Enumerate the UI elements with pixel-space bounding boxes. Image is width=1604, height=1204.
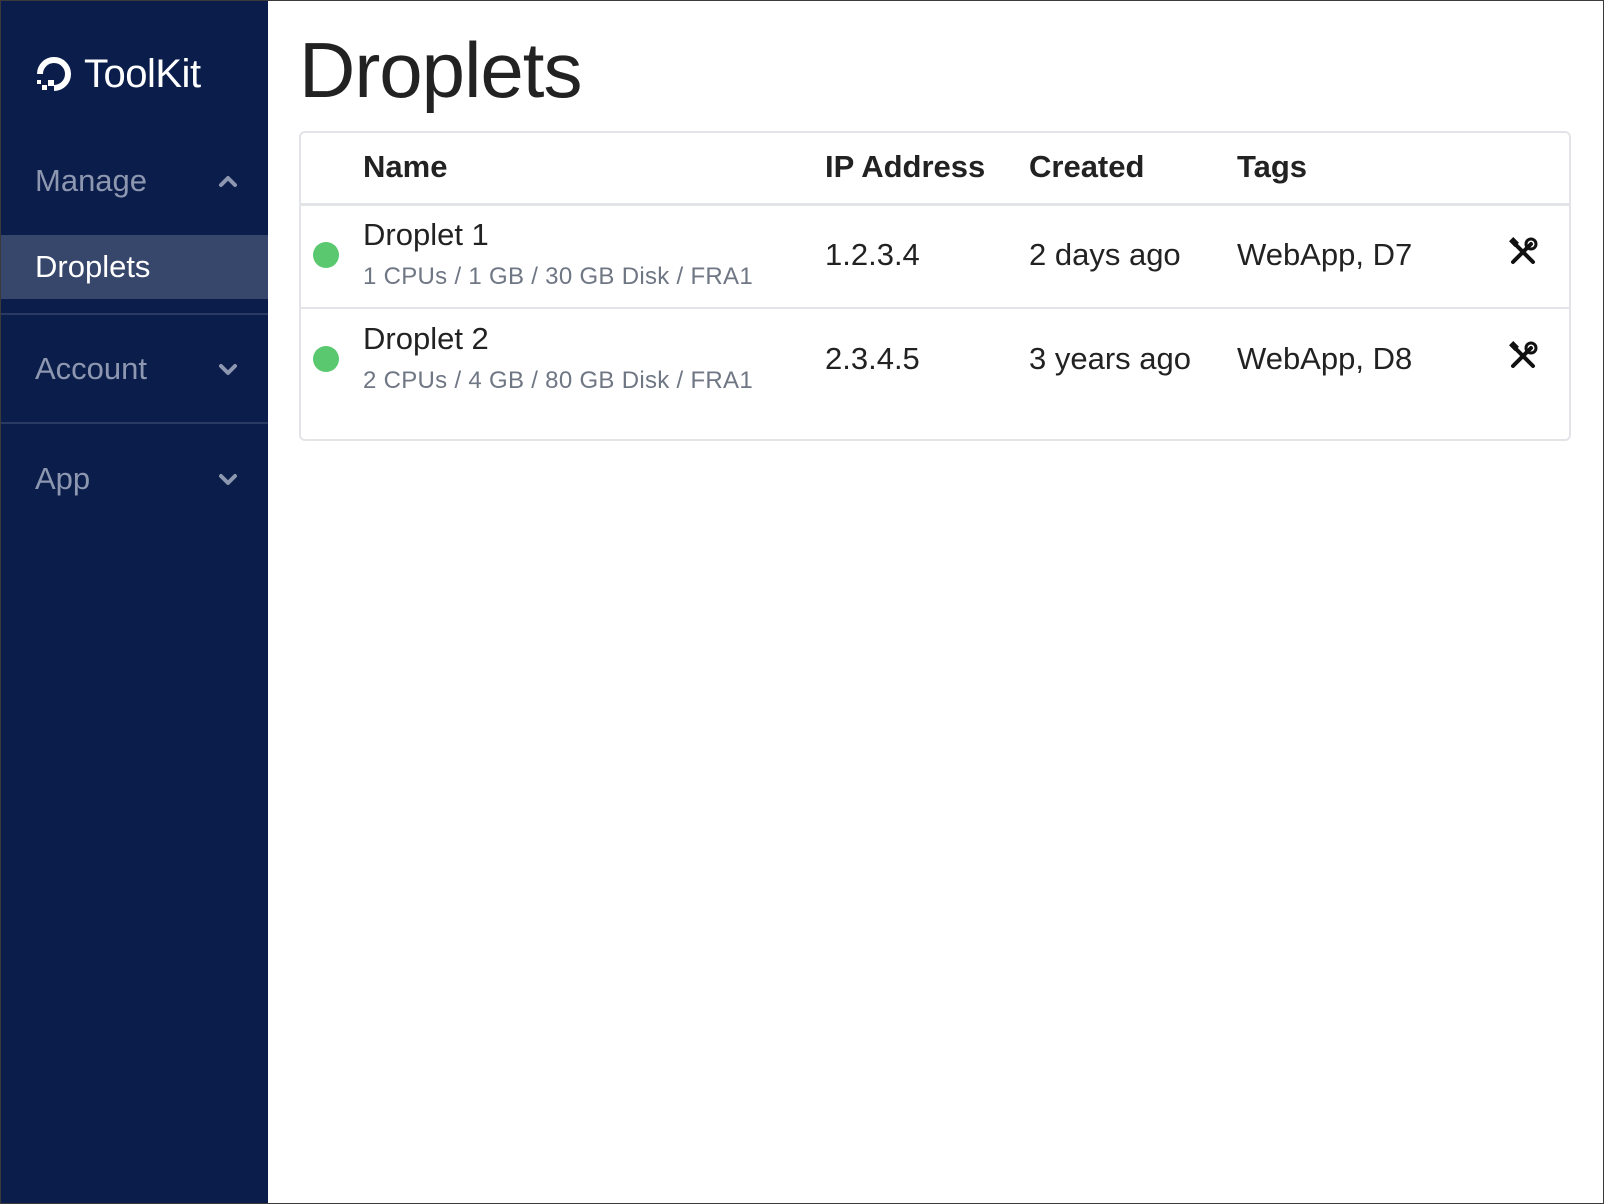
sidebar-item-droplets[interactable]: Droplets: [1, 235, 268, 299]
sidebar-divider: [1, 422, 268, 424]
nav-section-label: Account: [35, 351, 148, 386]
chevron-down-icon: [219, 474, 237, 485]
table-header: Name IP Address Created Tags: [301, 133, 1569, 206]
status-indicator: [313, 346, 339, 372]
tools-icon[interactable]: [1506, 235, 1540, 269]
sidebar: ToolKit Manage Droplets Account App: [1, 1, 268, 1203]
sidebar-divider: [1, 313, 268, 315]
chevron-down-icon: [219, 364, 237, 375]
nav-section-label: Manage: [35, 163, 148, 198]
droplet-created: 2 days ago: [1029, 237, 1181, 272]
droplet-created: 3 years ago: [1029, 341, 1191, 376]
nav-section-app[interactable]: App: [1, 451, 268, 507]
droplet-ip: 1.2.3.4: [825, 237, 920, 272]
droplets-table: Name IP Address Created Tags Droplet 1 1…: [299, 131, 1571, 441]
status-indicator: [313, 242, 339, 268]
chevron-up-icon: [219, 176, 237, 187]
droplet-name[interactable]: Droplet 2: [363, 321, 489, 357]
column-header-ip-address[interactable]: IP Address: [825, 149, 985, 185]
app-window: ToolKit Manage Droplets Account App Drop…: [0, 0, 1604, 1204]
brand[interactable]: ToolKit: [34, 51, 201, 97]
nav-section-account[interactable]: Account: [1, 341, 268, 397]
nav-section-manage[interactable]: Manage: [1, 153, 268, 209]
sidebar-item-label: Droplets: [35, 249, 151, 284]
main-content: Droplets Name IP Address Created Tags Dr…: [268, 1, 1603, 1203]
nav-section-label: App: [35, 461, 91, 496]
column-header-name[interactable]: Name: [363, 149, 447, 185]
droplet-tags: WebApp, D7: [1237, 237, 1413, 272]
column-header-created[interactable]: Created: [1029, 149, 1144, 185]
page-title: Droplets: [299, 26, 582, 114]
column-header-tags[interactable]: Tags: [1237, 149, 1307, 185]
droplet-specs: 1 CPUs / 1 GB / 30 GB Disk / FRA1: [363, 263, 754, 290]
droplet-ip: 2.3.4.5: [825, 341, 920, 376]
table-row[interactable]: Droplet 1 1 CPUs / 1 GB / 30 GB Disk / F…: [301, 205, 1569, 309]
tools-icon[interactable]: [1506, 339, 1540, 373]
brand-name: ToolKit: [84, 51, 201, 96]
logo-icon: [37, 57, 71, 91]
droplet-name[interactable]: Droplet 1: [363, 217, 489, 253]
table-row[interactable]: Droplet 2 2 CPUs / 4 GB / 80 GB Disk / F…: [301, 309, 1569, 411]
droplet-tags: WebApp, D8: [1237, 341, 1413, 376]
droplet-specs: 2 CPUs / 4 GB / 80 GB Disk / FRA1: [363, 367, 754, 394]
